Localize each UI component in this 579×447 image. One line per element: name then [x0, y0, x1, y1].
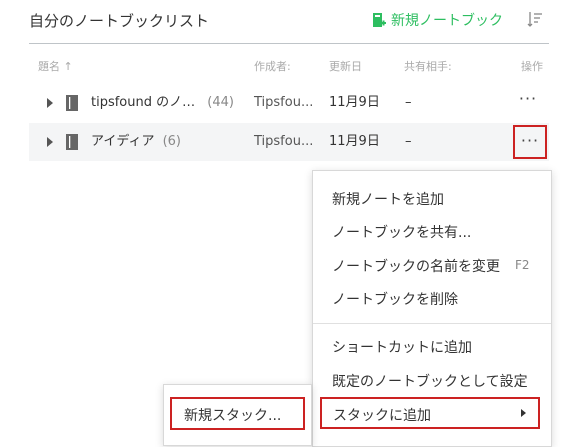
new-notebook-icon — [373, 13, 386, 27]
shared-cell: – — [405, 134, 412, 149]
note-count: (44) — [207, 95, 234, 110]
column-actions: 操作 — [521, 60, 543, 73]
stack-submenu: 新規スタック... — [163, 384, 312, 446]
menu-add-to-stack[interactable]: スタックに追加 — [320, 397, 540, 429]
column-title[interactable]: 題名 ↑ — [38, 58, 73, 74]
menu-add-note[interactable]: 新規ノートを追加 — [332, 189, 444, 209]
column-shared[interactable]: 共有相手: — [404, 58, 452, 74]
menu-rename-notebook[interactable]: ノートブックの名前を変更 — [332, 256, 500, 276]
new-notebook-label: 新規ノートブック — [391, 13, 503, 29]
menu-delete-notebook[interactable]: ノートブックを削除 — [332, 289, 458, 309]
new-notebook-button[interactable]: 新規ノートブック — [372, 10, 503, 30]
menu-share-notebook[interactable]: ノートブックを共有... — [332, 222, 471, 242]
menu-set-default[interactable]: 既定のノートブックとして設定 — [332, 371, 528, 391]
submenu-arrow-icon — [521, 409, 526, 417]
notebook-icon — [66, 95, 78, 111]
header-divider — [29, 43, 549, 44]
page-title: 自分のノートブックリスト — [29, 12, 210, 30]
menu-divider — [313, 323, 551, 324]
notebook-name: tipsfound のノ… — [91, 95, 196, 110]
expand-arrow-icon[interactable] — [47, 137, 53, 147]
updated-cell: 11月9日 — [329, 95, 380, 110]
author-cell: Tipsfou... — [254, 95, 314, 110]
updated-cell: 11月9日 — [329, 134, 380, 149]
notebook-icon — [66, 134, 78, 150]
new-stack-button[interactable]: 新規スタック... — [170, 397, 305, 430]
shared-cell: – — [405, 95, 412, 110]
notebook-row[interactable]: tipsfound のノ… (44) Tipsfou... 11月9日 – ··… — [29, 84, 549, 122]
more-options-button[interactable]: ··· — [510, 84, 546, 122]
rename-shortcut: F2 — [515, 258, 530, 272]
add-to-stack-label: スタックに追加 — [333, 408, 431, 424]
author-cell: Tipsfou... — [254, 134, 314, 149]
notebook-row[interactable]: アイディア (6) Tipsfou... 11月9日 – ··· — [29, 123, 549, 161]
new-stack-label: 新規スタック... — [184, 408, 282, 424]
column-updated[interactable]: 更新日 — [329, 58, 362, 74]
notebook-name: アイディア — [91, 134, 155, 149]
column-author[interactable]: 作成者: — [254, 58, 291, 74]
menu-add-shortcut[interactable]: ショートカットに追加 — [332, 337, 472, 357]
expand-arrow-icon[interactable] — [47, 98, 53, 108]
more-options-button[interactable]: ··· — [513, 125, 547, 159]
note-count: (6) — [162, 134, 182, 149]
sort-icon[interactable] — [527, 11, 543, 27]
notebook-context-menu: 新規ノートを追加 ノートブックを共有... ノートブックの名前を変更 F2 ノー… — [312, 170, 552, 447]
